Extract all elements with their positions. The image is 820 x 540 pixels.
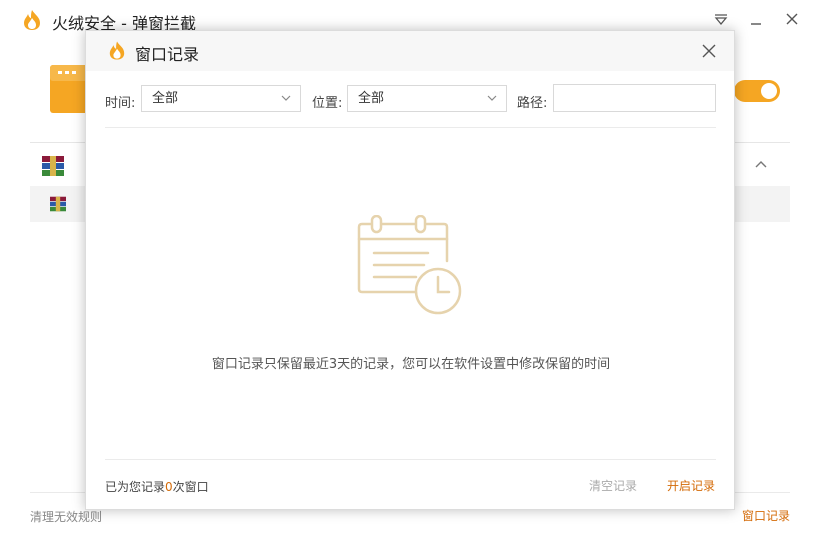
chevron-down-icon — [281, 86, 291, 111]
menu-icon[interactable] — [710, 8, 732, 30]
minimize-icon[interactable] — [745, 8, 767, 30]
path-filter-input[interactable] — [553, 84, 716, 112]
clear-records-button[interactable]: 清空记录 — [589, 477, 637, 494]
chevron-up-icon[interactable] — [755, 154, 767, 171]
summary-prefix: 已为您记录 — [105, 480, 166, 494]
close-icon[interactable] — [698, 40, 720, 62]
start-recording-button[interactable]: 开启记录 — [667, 477, 715, 494]
chevron-down-icon — [487, 86, 497, 111]
path-filter-label: 路径: — [517, 96, 548, 111]
dialog-header: 窗口记录 — [86, 31, 734, 71]
empty-state-message: 窗口记录只保留最近3天的记录，您可以在软件设置中修改保留的时间 — [211, 357, 611, 372]
record-summary: 已为您记录0次窗口 — [105, 478, 209, 495]
position-filter-select[interactable]: 全部 — [347, 85, 507, 112]
winrar-icon — [42, 156, 64, 176]
position-filter-label: 位置: — [312, 96, 343, 111]
time-filter-value: 全部 — [152, 91, 179, 106]
popup-window-icon — [50, 65, 88, 113]
winrar-icon — [50, 196, 66, 212]
popup-block-toggle[interactable] — [734, 80, 780, 102]
huorong-logo-icon — [109, 41, 125, 60]
toggle-knob — [761, 83, 777, 99]
dialog-title: 窗口记录 — [135, 45, 200, 64]
divider — [105, 459, 716, 460]
position-filter-value: 全部 — [358, 91, 385, 106]
calendar-clock-icon — [357, 215, 462, 315]
huorong-logo-icon — [24, 10, 40, 30]
clear-invalid-rules-link[interactable]: 清理无效规则 — [30, 508, 102, 525]
record-count: 0 — [165, 480, 173, 494]
window-records-link[interactable]: 窗口记录 — [742, 507, 790, 524]
divider — [105, 127, 716, 128]
time-filter-select[interactable]: 全部 — [141, 85, 301, 112]
summary-suffix: 次窗口 — [172, 480, 209, 494]
time-filter-label: 时间: — [105, 96, 136, 111]
window-records-dialog: 窗口记录 时间: 全部 位置: 全部 路径: 窗口记录只保留最近3天的记录，您可… — [85, 30, 735, 510]
close-icon[interactable] — [781, 8, 803, 30]
